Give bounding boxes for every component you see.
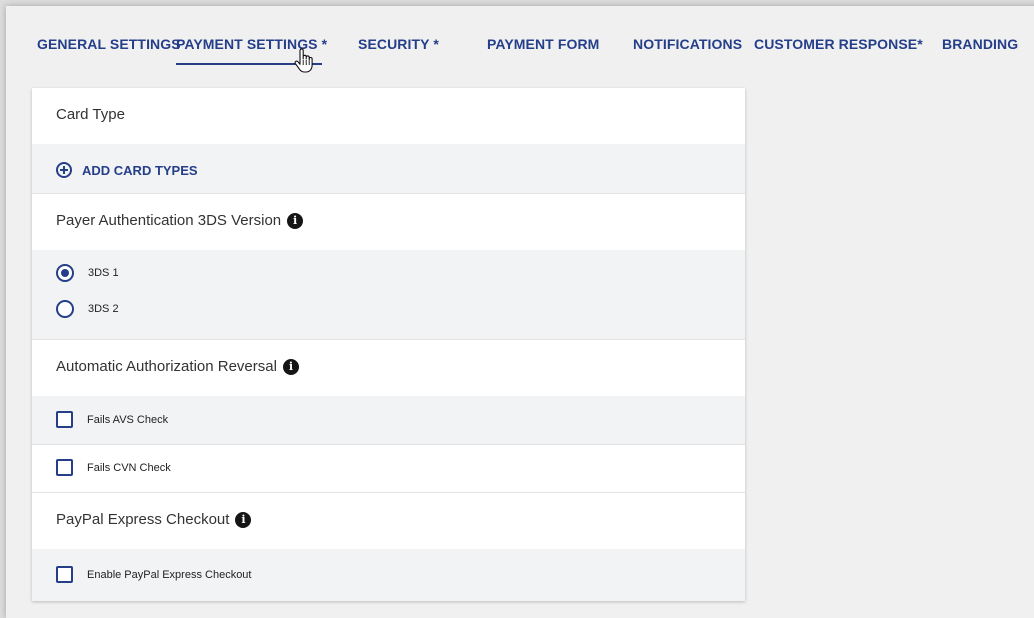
hand-pointer-icon: [294, 48, 313, 73]
tab-customer-response[interactable]: CUSTOMER RESPONSE*: [754, 34, 923, 54]
checkbox[interactable]: [56, 411, 73, 428]
radio-label: 3DS 2: [88, 303, 119, 315]
add-card-types-label: ADD CARD TYPES: [82, 162, 198, 178]
tab-branding[interactable]: BRANDING: [942, 34, 1018, 54]
radio-3ds-2[interactable]: 3DS 2: [56, 300, 119, 318]
info-icon[interactable]: i: [235, 511, 252, 528]
radio-label: 3DS 1: [88, 267, 119, 279]
checkbox[interactable]: [56, 459, 73, 476]
info-icon[interactable]: i: [287, 212, 304, 229]
checkbox[interactable]: [56, 566, 73, 583]
payment-settings-card: Card Type ADD CARD TYPES Payer Authentic…: [32, 88, 745, 601]
checkbox-enable-paypal[interactable]: Enable PayPal Express Checkout: [56, 566, 251, 583]
add-circle-icon: [56, 162, 72, 178]
tab-payment-form[interactable]: PAYMENT FORM: [487, 34, 599, 54]
info-icon[interactable]: i: [282, 358, 299, 375]
card-type-header: Card Type: [32, 88, 745, 145]
checkbox-fails-cvn[interactable]: Fails CVN Check: [56, 459, 171, 476]
payer-auth-body: 3DS 1 3DS 2: [32, 250, 745, 340]
tab-security[interactable]: SECURITY *: [358, 34, 439, 54]
checkbox-label: Fails AVS Check: [87, 413, 169, 426]
add-card-types-button[interactable]: ADD CARD TYPES: [56, 162, 198, 178]
paypal-body: Enable PayPal Express Checkout: [32, 549, 745, 601]
card-type-title: Card Type: [56, 106, 125, 123]
tab-general-settings[interactable]: GENERAL SETTINGS: [37, 34, 181, 54]
settings-page: GENERAL SETTINGS PAYMENT SETTINGS * SECU…: [6, 6, 1034, 618]
checkbox-label: Enable PayPal Express Checkout: [87, 568, 252, 581]
settings-tabs: GENERAL SETTINGS PAYMENT SETTINGS * SECU…: [6, 6, 1034, 86]
auto-reversal-header: Automatic Authorization Reversal i: [32, 340, 745, 397]
payer-auth-title: Payer Authentication 3DS Version: [56, 212, 282, 229]
checkbox-fails-avs[interactable]: Fails AVS Check: [56, 411, 168, 428]
radio-button[interactable]: [56, 300, 74, 318]
payer-auth-header: Payer Authentication 3DS Version i: [32, 194, 745, 251]
checkbox-label: Fails CVN Check: [87, 461, 171, 474]
radio-button-selected[interactable]: [56, 264, 74, 282]
radio-3ds-1[interactable]: 3DS 1: [56, 264, 119, 282]
auto-reversal-title: Automatic Authorization Reversal: [56, 358, 277, 375]
tab-notifications[interactable]: NOTIFICATIONS: [633, 34, 742, 54]
card-type-body: ADD CARD TYPES: [32, 144, 745, 194]
paypal-title: PayPal Express Checkout: [56, 511, 230, 528]
fails-cvn-row: Fails CVN Check: [32, 445, 745, 493]
paypal-header: PayPal Express Checkout i: [32, 493, 745, 550]
fails-avs-row: Fails AVS Check: [32, 396, 745, 445]
